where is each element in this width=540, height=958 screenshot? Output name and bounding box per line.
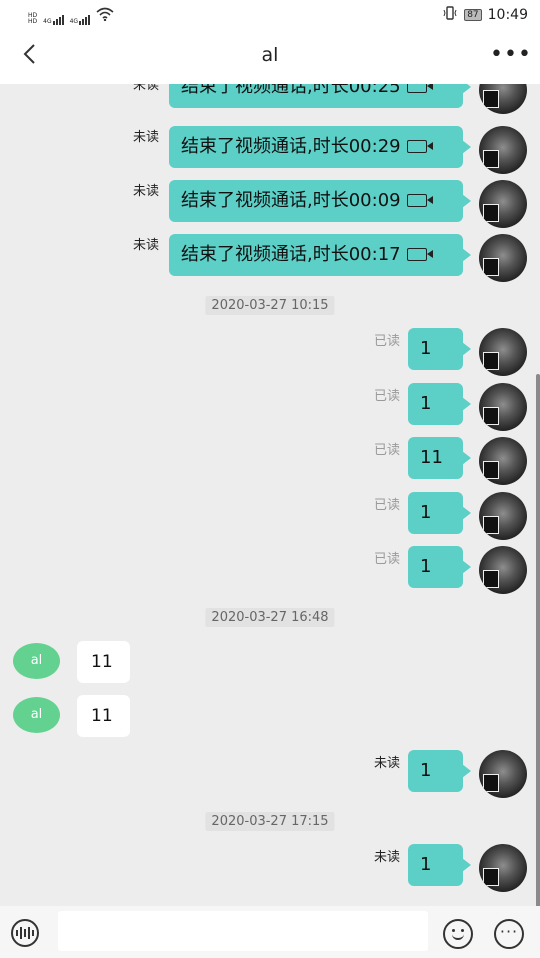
message-bubble[interactable]: 1	[408, 492, 471, 534]
contact-avatar[interactable]: al	[13, 643, 60, 679]
input-bar: ···	[0, 906, 540, 958]
message-status: 已读	[373, 443, 400, 458]
vibrate-icon	[442, 6, 458, 24]
contact-avatar[interactable]: al	[13, 697, 60, 733]
message-list[interactable]: 未读 结束了视频通话,时长00:25 未读 结束了视频通话,时长00:29 未读…	[0, 84, 540, 906]
message-status: 已读	[373, 389, 400, 404]
more-options-button[interactable]: •••	[490, 42, 531, 67]
message-status: 已读	[373, 334, 400, 349]
timestamp: 2020-03-27 16:48	[205, 608, 335, 627]
message-status: 未读	[373, 756, 400, 771]
sim-indicator: HD HD	[28, 12, 38, 25]
message-bubble[interactable]: 1	[408, 328, 471, 370]
video-call-bubble[interactable]: 结束了视频通话,时长00:17	[169, 234, 471, 276]
timestamp: 2020-03-27 10:15	[205, 296, 335, 315]
message-text: 结束了视频通话,时长00:29	[181, 136, 401, 157]
message-text: 结束了视频通话,时长00:09	[181, 190, 401, 211]
message-status: 未读	[132, 130, 159, 145]
avatar[interactable]	[479, 180, 527, 228]
clock: 10:49	[487, 7, 528, 23]
wifi-icon	[96, 7, 114, 25]
message-bubble[interactable]: 1	[408, 844, 471, 886]
message-text: 结束了视频通话,时长00:17	[181, 244, 401, 265]
signal-1: 4G	[43, 15, 64, 25]
signal-2: 4G	[70, 15, 91, 25]
page-title: al	[261, 44, 279, 66]
battery-icon: 87	[464, 9, 482, 21]
message-status: 未读	[132, 184, 159, 199]
signal-bars-icon	[79, 15, 91, 25]
message-status: 未读	[132, 84, 159, 93]
avatar[interactable]	[479, 492, 527, 540]
video-camera-icon	[406, 248, 433, 261]
video-call-bubble[interactable]: 结束了视频通话,时长00:09	[169, 180, 471, 222]
video-camera-icon	[406, 194, 433, 207]
avatar[interactable]	[479, 126, 527, 174]
message-status: 已读	[373, 498, 400, 513]
incoming-message-bubble[interactable]: 11	[77, 641, 130, 683]
signal-bars-icon	[52, 15, 64, 25]
message-input[interactable]	[58, 911, 428, 951]
avatar[interactable]	[479, 234, 527, 282]
avatar[interactable]	[479, 844, 527, 892]
message-bubble[interactable]: 1	[408, 383, 471, 425]
avatar[interactable]	[479, 437, 527, 485]
message-bubble[interactable]: 1	[408, 750, 471, 792]
incoming-message-bubble[interactable]: 11	[77, 695, 130, 737]
timestamp: 2020-03-27 17:15	[205, 812, 335, 831]
scrollbar[interactable]	[536, 374, 540, 906]
more-actions-icon[interactable]: ···	[494, 919, 524, 949]
message-status: 未读	[132, 238, 159, 253]
video-camera-icon	[406, 140, 433, 153]
avatar[interactable]	[479, 383, 527, 431]
video-call-bubble[interactable]: 结束了视频通话,时长00:29	[169, 126, 471, 168]
avatar[interactable]	[479, 546, 527, 594]
message-status: 已读	[373, 552, 400, 567]
emoji-icon[interactable]	[443, 919, 473, 949]
video-call-bubble[interactable]: 结束了视频通话,时长00:25	[169, 84, 471, 108]
message-bubble[interactable]: 11	[408, 437, 471, 479]
avatar[interactable]	[479, 328, 527, 376]
message-bubble[interactable]: 1	[408, 546, 471, 588]
video-camera-icon	[406, 84, 433, 93]
avatar[interactable]	[479, 750, 527, 798]
voice-input-icon[interactable]	[11, 919, 39, 947]
message-status: 未读	[373, 850, 400, 865]
chat-header: al •••	[0, 32, 540, 84]
status-bar: HD HD 4G 4G 87 10:49	[0, 0, 540, 32]
avatar[interactable]	[479, 84, 527, 114]
message-text: 结束了视频通话,时长00:25	[181, 84, 401, 97]
